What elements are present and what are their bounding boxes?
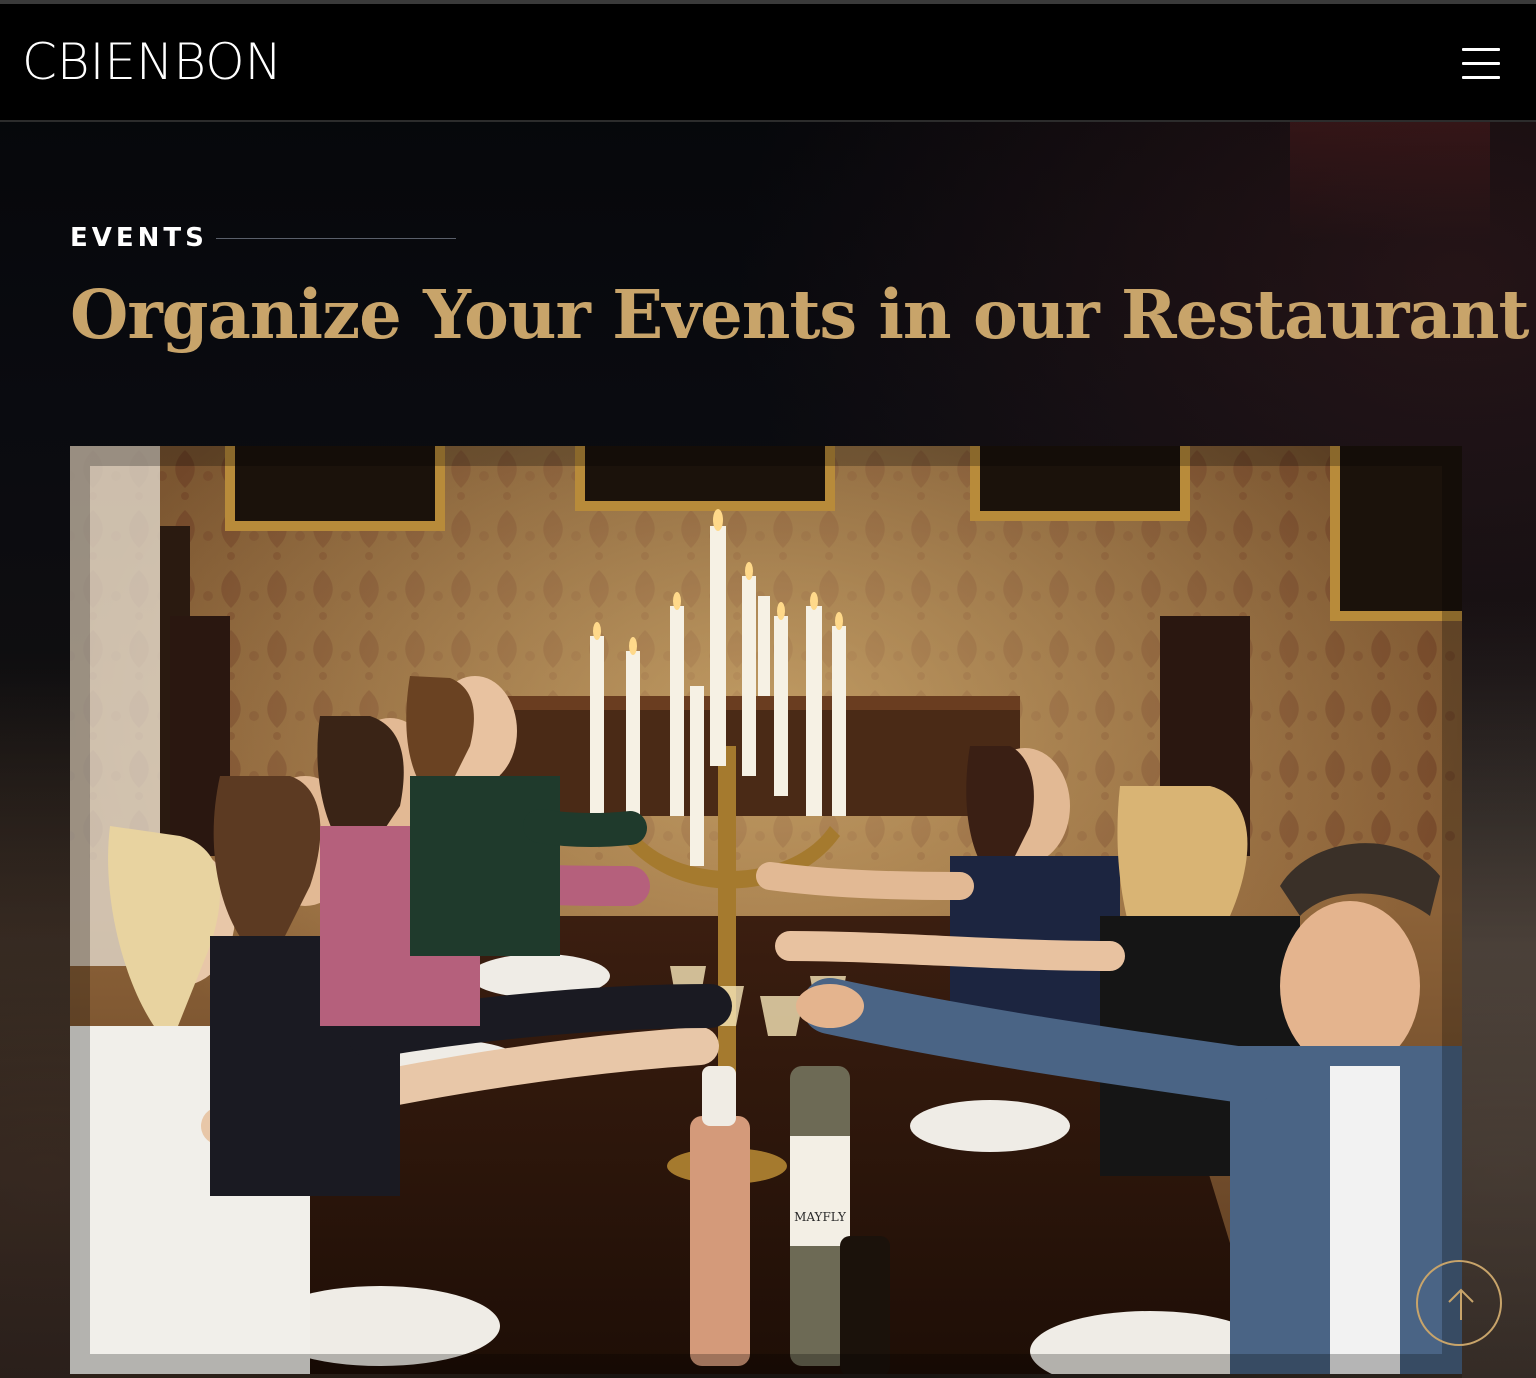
page: CBIENBON EVENTS Organize Your Events in … — [0, 0, 1536, 1378]
section-eyebrow: EVENTS — [70, 223, 208, 253]
section-title: Organize Your Events in our Restaurant — [70, 275, 1529, 354]
background-top-right-glow — [1290, 122, 1490, 242]
dinner-party-photo: MAYFLY — [70, 446, 1462, 1374]
wine-label-text: MAYFLY — [794, 1210, 847, 1224]
site-header: CBIENBON — [0, 4, 1536, 122]
hamburger-menu-icon[interactable] — [1456, 42, 1506, 86]
arrow-up-icon — [1448, 1288, 1474, 1320]
site-logo[interactable]: CBIENBON — [22, 32, 282, 92]
scroll-to-top-button[interactable] — [1416, 1260, 1502, 1346]
background-left-edge — [0, 650, 70, 1378]
photo-illustration: MAYFLY — [70, 446, 1462, 1374]
eyebrow-divider — [216, 238, 456, 239]
